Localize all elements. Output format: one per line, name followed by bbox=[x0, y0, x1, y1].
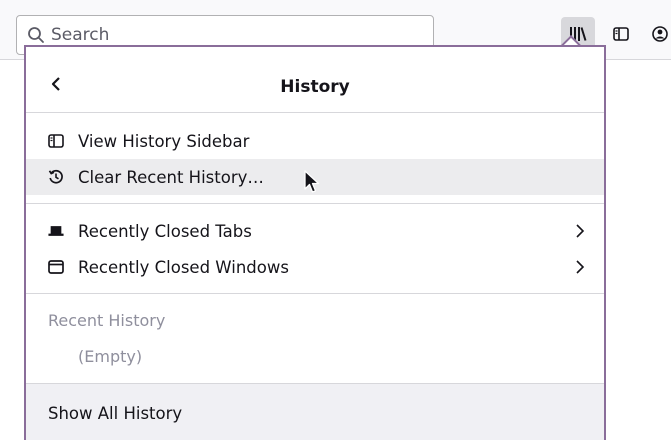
recent-history-heading: Recent History bbox=[48, 310, 166, 330]
sidebar-icon bbox=[48, 133, 64, 149]
footer-label: Show All History bbox=[48, 404, 183, 423]
item-label: Clear Recent History… bbox=[78, 167, 264, 187]
search-input[interactable] bbox=[51, 25, 431, 45]
tab-icon bbox=[48, 223, 64, 239]
clear-history-icon bbox=[48, 169, 64, 185]
recent-history-empty: (Empty) bbox=[78, 346, 143, 366]
recently-closed-tabs-item[interactable]: Recently Closed Tabs bbox=[26, 213, 604, 249]
item-label: Recently Closed Windows bbox=[78, 257, 289, 277]
window-icon bbox=[48, 259, 64, 275]
recently-closed-windows-item[interactable]: Recently Closed Windows bbox=[26, 249, 604, 285]
search-icon bbox=[28, 27, 44, 43]
sidebar-button[interactable] bbox=[604, 17, 638, 51]
chevron-right-icon bbox=[576, 224, 585, 238]
mouse-cursor-icon bbox=[304, 170, 320, 193]
sidebar-icon bbox=[613, 27, 629, 41]
chevron-right-icon bbox=[576, 260, 585, 274]
recently-closed-section: Recently Closed Tabs Recently Closed Win… bbox=[26, 204, 604, 294]
show-all-history-button[interactable]: Show All History bbox=[26, 383, 604, 440]
recent-history-section: Recent History (Empty) bbox=[26, 294, 604, 374]
account-button[interactable] bbox=[643, 17, 671, 51]
item-label: View History Sidebar bbox=[78, 131, 250, 151]
panel-header: History bbox=[26, 47, 604, 113]
history-panel: History View History Sidebar Clear Recen… bbox=[24, 45, 606, 440]
view-history-sidebar-item[interactable]: View History Sidebar bbox=[26, 123, 604, 159]
account-icon bbox=[652, 26, 668, 42]
item-label: Recently Closed Tabs bbox=[78, 221, 252, 241]
panel-title: History bbox=[280, 77, 350, 97]
